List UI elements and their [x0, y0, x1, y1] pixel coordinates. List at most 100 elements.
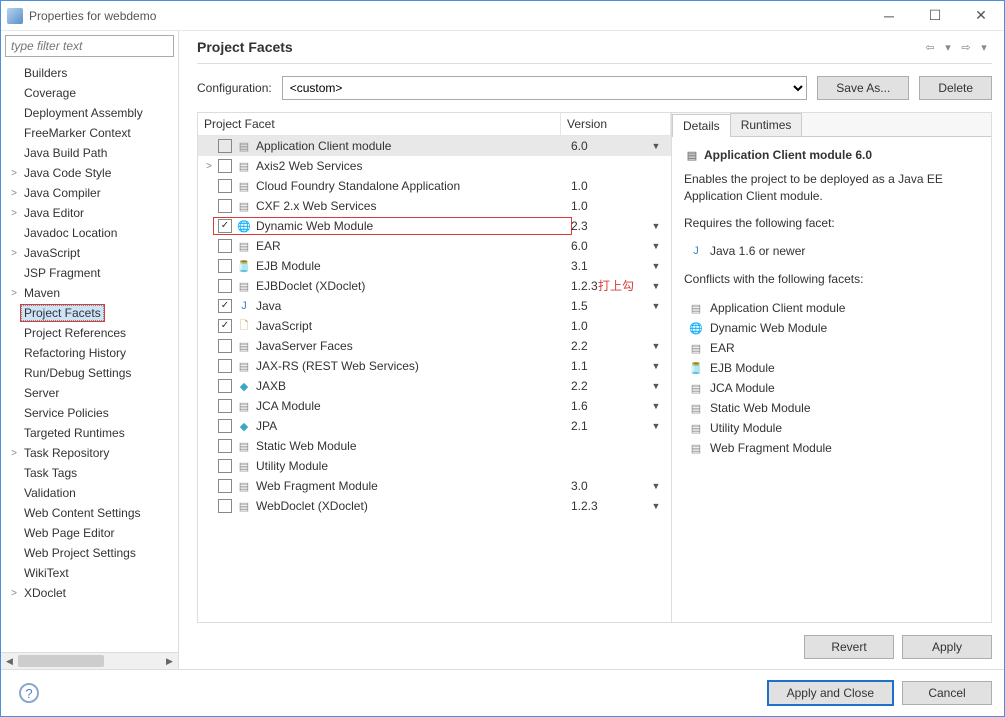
facet-checkbox[interactable]: [218, 479, 232, 493]
sidebar-item-maven[interactable]: >Maven: [1, 283, 178, 303]
facet-row[interactable]: 🌐Dynamic Web Module2.3▼: [198, 216, 671, 236]
facet-row[interactable]: ▤CXF 2.x Web Services1.0: [198, 196, 671, 216]
facet-checkbox[interactable]: [218, 219, 232, 233]
sidebar-item-targeted-runtimes[interactable]: Targeted Runtimes: [1, 423, 178, 443]
sidebar-item-java-editor[interactable]: >Java Editor: [1, 203, 178, 223]
facet-row[interactable]: ▤JavaServer Faces2.2▼: [198, 336, 671, 356]
facet-row[interactable]: ▤Web Fragment Module3.0▼: [198, 476, 671, 496]
close-button[interactable]: ✕: [958, 1, 1004, 31]
sidebar-item-java-build-path[interactable]: Java Build Path: [1, 143, 178, 163]
facet-row[interactable]: ▤Application Client module6.0▼: [198, 136, 671, 156]
facet-row[interactable]: ▤JAX-RS (REST Web Services)1.1▼: [198, 356, 671, 376]
scroll-right-icon[interactable]: ▶: [161, 653, 178, 669]
facet-checkbox[interactable]: [218, 499, 232, 513]
sidebar-item-deployment-assembly[interactable]: Deployment Assembly: [1, 103, 178, 123]
facet-checkbox[interactable]: [218, 419, 232, 433]
facet-row[interactable]: 🫙EJB Module3.1▼: [198, 256, 671, 276]
facet-row[interactable]: ▤WebDoclet (XDoclet)1.2.3▼: [198, 496, 671, 516]
apply-button[interactable]: Apply: [902, 635, 992, 659]
version-dropdown-icon[interactable]: ▼: [641, 381, 671, 391]
col-header-facet[interactable]: Project Facet: [198, 113, 561, 135]
col-header-version[interactable]: Version: [561, 113, 671, 135]
sidebar-item-refactoring-history[interactable]: Refactoring History: [1, 343, 178, 363]
configuration-select[interactable]: <custom>: [282, 76, 808, 100]
version-dropdown-icon[interactable]: ▼: [641, 301, 671, 311]
cancel-button[interactable]: Cancel: [902, 681, 992, 705]
sidebar-item-task-tags[interactable]: Task Tags: [1, 463, 178, 483]
facet-row[interactable]: 🗋JavaScript1.0: [198, 316, 671, 336]
sidebar-item-javascript[interactable]: >JavaScript: [1, 243, 178, 263]
sidebar-item-freemarker-context[interactable]: FreeMarker Context: [1, 123, 178, 143]
sidebar-item-jsp-fragment[interactable]: JSP Fragment: [1, 263, 178, 283]
facet-checkbox[interactable]: [218, 319, 232, 333]
tab-details[interactable]: Details: [672, 114, 731, 137]
save-as-button[interactable]: Save As...: [817, 76, 909, 100]
revert-button[interactable]: Revert: [804, 635, 894, 659]
facet-checkbox[interactable]: [218, 299, 232, 313]
facet-checkbox[interactable]: [218, 459, 232, 473]
facet-row[interactable]: ▤Static Web Module: [198, 436, 671, 456]
facet-checkbox[interactable]: [218, 359, 232, 373]
back-menu-icon[interactable]: ▾: [940, 41, 956, 54]
minimize-button[interactable]: ─: [866, 1, 912, 31]
facet-checkbox[interactable]: [218, 439, 232, 453]
delete-button[interactable]: Delete: [919, 76, 992, 100]
sidebar-scrollbar[interactable]: ◀ ▶: [1, 652, 178, 669]
facet-checkbox[interactable]: [218, 239, 232, 253]
facet-checkbox[interactable]: [218, 179, 232, 193]
sidebar-item-service-policies[interactable]: Service Policies: [1, 403, 178, 423]
version-dropdown-icon[interactable]: ▼: [641, 341, 671, 351]
facet-row[interactable]: ▤EAR6.0▼: [198, 236, 671, 256]
sidebar-item-builders[interactable]: Builders: [1, 63, 178, 83]
sidebar-item-coverage[interactable]: Coverage: [1, 83, 178, 103]
forward-menu-icon[interactable]: ▾: [976, 41, 992, 54]
sidebar-item-web-page-editor[interactable]: Web Page Editor: [1, 523, 178, 543]
sidebar-item-xdoclet[interactable]: >XDoclet: [1, 583, 178, 603]
sidebar-item-project-references[interactable]: Project References: [1, 323, 178, 343]
sidebar-item-wikitext[interactable]: WikiText: [1, 563, 178, 583]
forward-icon[interactable]: ⇨: [958, 41, 974, 54]
facet-checkbox[interactable]: [218, 379, 232, 393]
tab-runtimes[interactable]: Runtimes: [730, 113, 803, 136]
sidebar-item-server[interactable]: Server: [1, 383, 178, 403]
facet-row[interactable]: ▤Utility Module: [198, 456, 671, 476]
facet-row[interactable]: JJava1.5▼: [198, 296, 671, 316]
version-dropdown-icon[interactable]: ▼: [641, 421, 671, 431]
facet-checkbox[interactable]: [218, 399, 232, 413]
facet-row[interactable]: ▤Cloud Foundry Standalone Application1.0: [198, 176, 671, 196]
facet-row[interactable]: >▤Axis2 Web Services: [198, 156, 671, 176]
sidebar-item-project-facets[interactable]: Project Facets: [1, 303, 178, 323]
scroll-left-icon[interactable]: ◀: [1, 653, 18, 669]
sidebar-item-web-project-settings[interactable]: Web Project Settings: [1, 543, 178, 563]
version-dropdown-icon[interactable]: ▼: [641, 241, 671, 251]
facet-checkbox[interactable]: [218, 259, 232, 273]
version-dropdown-icon[interactable]: ▼: [641, 221, 671, 231]
facet-checkbox[interactable]: [218, 159, 232, 173]
facet-row[interactable]: ◆JAXB2.2▼: [198, 376, 671, 396]
maximize-button[interactable]: ☐: [912, 1, 958, 31]
sidebar-item-javadoc-location[interactable]: Javadoc Location: [1, 223, 178, 243]
facet-checkbox[interactable]: [218, 139, 232, 153]
version-dropdown-icon[interactable]: ▼: [641, 141, 671, 151]
sidebar-item-validation[interactable]: Validation: [1, 483, 178, 503]
facet-row[interactable]: ◆JPA2.1▼: [198, 416, 671, 436]
sidebar-item-java-compiler[interactable]: >Java Compiler: [1, 183, 178, 203]
sidebar-item-run-debug-settings[interactable]: Run/Debug Settings: [1, 363, 178, 383]
back-icon[interactable]: ⇦: [922, 41, 938, 54]
version-dropdown-icon[interactable]: ▼: [641, 261, 671, 271]
version-dropdown-icon[interactable]: ▼: [641, 501, 671, 511]
sidebar-item-java-code-style[interactable]: >Java Code Style: [1, 163, 178, 183]
facet-row[interactable]: ▤JCA Module1.6▼: [198, 396, 671, 416]
filter-input[interactable]: [5, 35, 174, 57]
sidebar-item-web-content-settings[interactable]: Web Content Settings: [1, 503, 178, 523]
help-icon[interactable]: ?: [19, 683, 39, 703]
version-dropdown-icon[interactable]: ▼: [641, 481, 671, 491]
apply-and-close-button[interactable]: Apply and Close: [767, 680, 894, 706]
facet-checkbox[interactable]: [218, 339, 232, 353]
version-dropdown-icon[interactable]: ▼: [641, 281, 671, 291]
version-dropdown-icon[interactable]: ▼: [641, 401, 671, 411]
facet-checkbox[interactable]: [218, 279, 232, 293]
facet-checkbox[interactable]: [218, 199, 232, 213]
sidebar-item-task-repository[interactable]: >Task Repository: [1, 443, 178, 463]
version-dropdown-icon[interactable]: ▼: [641, 361, 671, 371]
